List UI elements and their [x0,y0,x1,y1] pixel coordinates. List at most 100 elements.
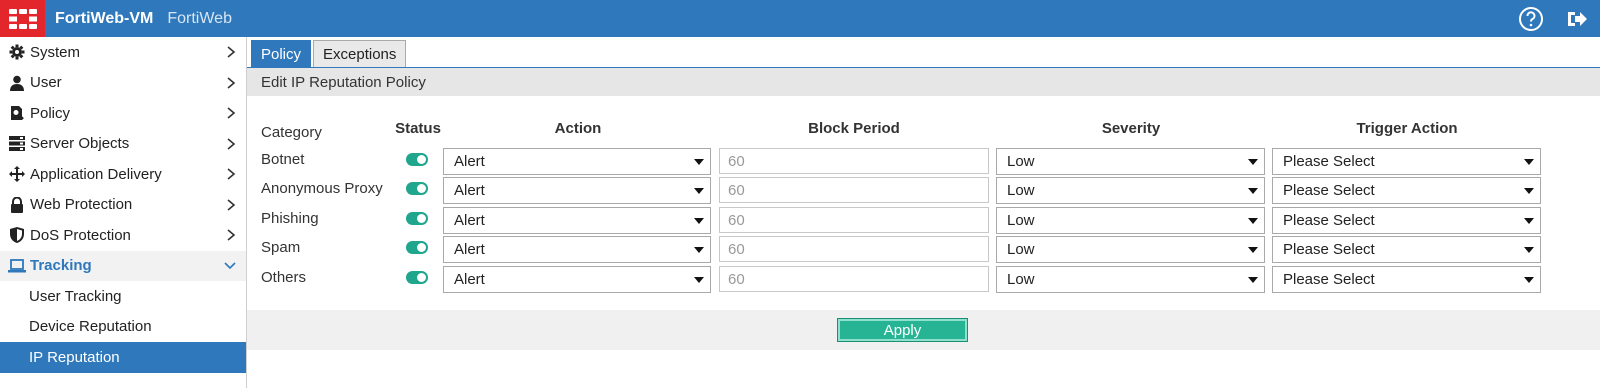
caret-down-icon [1248,188,1258,194]
caret-down-icon [694,247,704,253]
severity-value: Low [1007,212,1035,229]
caret-down-icon [1248,247,1258,253]
panel-title: Edit IP Reputation Policy [247,68,1600,96]
caret-down-icon [1524,247,1534,253]
severity-select[interactable]: Low [996,236,1265,263]
main-panel: Policy Exceptions Edit IP Reputation Pol… [247,37,1600,388]
sidebar-subitem-ip-reputation[interactable]: IP Reputation [0,342,246,373]
tab-policy[interactable]: Policy [251,40,312,67]
caret-down-icon [1524,159,1534,165]
block-period-input[interactable]: 60 [719,148,989,174]
status-toggle[interactable] [406,182,428,195]
user-icon [8,74,26,92]
chevron-right-icon [227,229,236,241]
sidebar-item-system[interactable]: System [0,37,246,68]
severity-select[interactable]: Low [996,207,1265,234]
status-toggle[interactable] [406,241,428,254]
severity-value: Low [1007,271,1035,288]
block-period-input[interactable]: 60 [719,177,989,203]
table-row: Phishing Alert 60 Low Please Select [247,207,1600,236]
sidebar-item-user[interactable]: User [0,68,246,99]
block-period-input[interactable]: 60 [719,236,989,262]
block-period-value: 60 [728,240,745,258]
severity-value: Low [1007,241,1035,258]
block-period-input[interactable]: 60 [719,207,989,233]
status-toggle[interactable] [406,153,428,166]
severity-value: Low [1007,153,1035,170]
action-value: Alert [454,241,485,258]
top-bar: FortiWeb-VM FortiWeb [0,0,1600,37]
caret-down-icon [1248,218,1258,224]
move-arrows-icon [8,165,26,183]
category-label: Botnet [261,151,305,168]
caret-down-icon [1524,218,1534,224]
status-toggle[interactable] [406,212,428,225]
apply-button[interactable]: Apply [837,318,968,342]
caret-down-icon [1248,159,1258,165]
chevron-right-icon [227,46,236,58]
table-row: Spam Alert 60 Low Please Select [247,236,1600,265]
trigger-action-select[interactable]: Please Select [1272,266,1541,293]
action-value: Alert [454,153,485,170]
action-select[interactable]: Alert [443,236,711,263]
sidebar-item-label: System [30,43,81,61]
block-period-value: 60 [728,152,745,170]
sidebar-item-label: Tracking [30,257,92,275]
category-label: Others [261,269,307,286]
action-select[interactable]: Alert [443,266,711,293]
sidebar-subitem-user-tracking[interactable]: User Tracking [0,281,246,312]
caret-down-icon [694,277,704,283]
fortinet-logo-icon[interactable] [0,0,45,37]
table-row: Anonymous Proxy Alert 60 Low Please Sele… [247,177,1600,206]
sidebar-subitem-device-reputation[interactable]: Device Reputation [0,312,246,343]
chevron-right-icon [227,199,236,211]
lock-icon [8,196,26,214]
sidebar-item-application-delivery[interactable]: Application Delivery [0,159,246,190]
status-toggle[interactable] [406,271,428,284]
caret-down-icon [1524,277,1534,283]
action-select[interactable]: Alert [443,148,711,175]
sidebar-item-policy[interactable]: Policy [0,98,246,129]
chevron-right-icon [227,168,236,180]
sidebar-item-tracking[interactable]: Tracking [0,250,246,281]
header-category: Category [261,124,322,141]
trigger-action-select[interactable]: Please Select [1272,236,1541,263]
logout-icon[interactable] [1554,0,1600,37]
trigger-action-value: Please Select [1283,271,1375,288]
sidebar-item-dos-protection[interactable]: DoS Protection [0,220,246,251]
severity-select[interactable]: Low [996,266,1265,293]
severity-select[interactable]: Low [996,177,1265,204]
tab-exceptions[interactable]: Exceptions [313,40,407,67]
sidebar-item-label: Web Protection [30,196,133,214]
severity-value: Low [1007,182,1035,199]
laptop-icon [8,257,26,275]
help-icon[interactable] [1508,0,1554,37]
chevron-right-icon [227,77,236,89]
caret-down-icon [694,188,704,194]
block-period-input[interactable]: 60 [719,266,989,292]
action-select[interactable]: Alert [443,207,711,234]
sidebar-item-label: Policy [30,104,71,122]
severity-select[interactable]: Low [996,148,1265,175]
policy-icon [8,104,26,122]
sidebar-item-web-protection[interactable]: Web Protection [0,190,246,221]
action-select[interactable]: Alert [443,177,711,204]
app-subtitle: FortiWeb [167,9,232,27]
sidebar-nav: System User Policy Server Objects Applic… [0,37,247,388]
header-trigger-action: Trigger Action [1356,120,1458,137]
shield-icon [8,226,26,244]
sidebar-item-server-objects[interactable]: Server Objects [0,129,246,160]
sidebar-item-label: DoS Protection [30,226,131,244]
block-period-value: 60 [728,211,745,229]
action-value: Alert [454,212,485,229]
category-label: Anonymous Proxy [261,180,383,197]
action-value: Alert [454,182,485,199]
category-label: Phishing [261,210,319,227]
trigger-action-select[interactable]: Please Select [1272,148,1541,175]
sidebar-item-label: User [30,74,62,92]
header-status: Status [395,120,441,137]
table-row: Botnet Alert 60 Low Please Select [247,148,1600,177]
caret-down-icon [694,159,704,165]
trigger-action-select[interactable]: Please Select [1272,207,1541,234]
trigger-action-select[interactable]: Please Select [1272,177,1541,204]
